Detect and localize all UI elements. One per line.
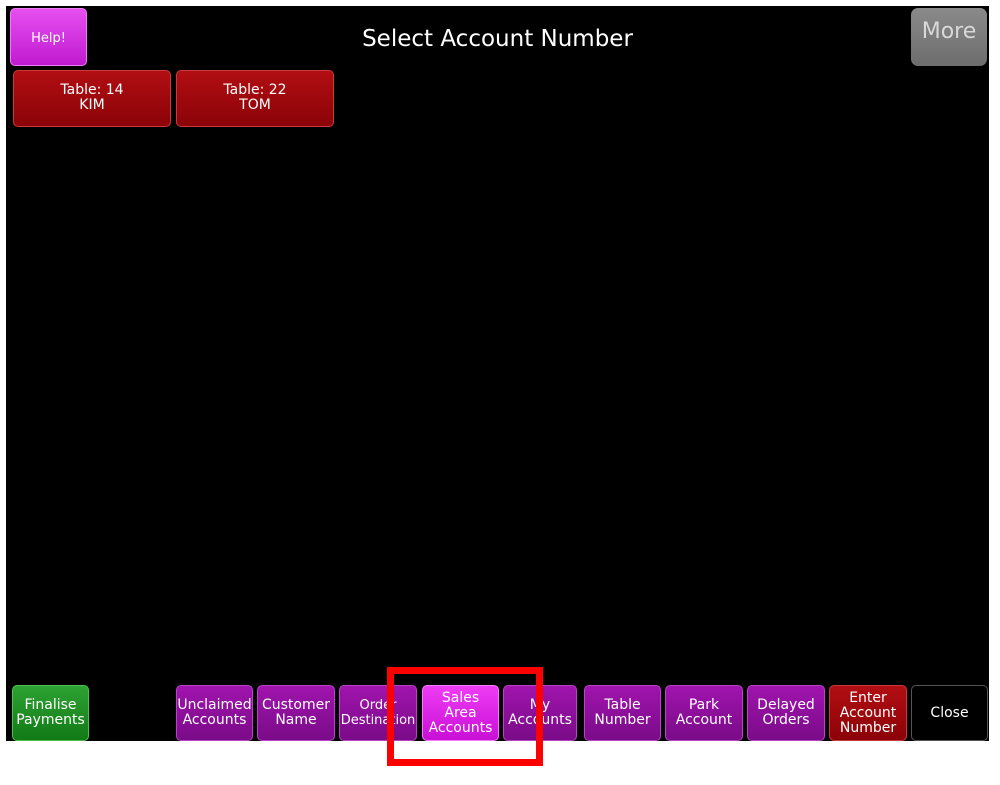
enter-account-number-label: Enter Account Number	[839, 689, 897, 736]
more-button[interactable]: More	[911, 8, 987, 66]
pos-screen: Select Account Number Help! More Table: …	[6, 6, 989, 741]
enter-account-number-button[interactable]: Enter Account Number	[829, 685, 907, 741]
unclaimed-accounts-button[interactable]: Unclaimed Accounts	[176, 685, 253, 741]
table-account-label: Table: 22 TOM	[223, 82, 287, 113]
my-accounts-label: My Accounts	[508, 697, 572, 728]
delayed-orders-button[interactable]: Delayed Orders	[747, 685, 825, 741]
order-destination-label: Order Destination	[340, 698, 416, 728]
sales-area-accounts-label: Sales Area Accounts	[428, 689, 493, 736]
finalise-payments-label: Finalise Payments	[16, 697, 85, 728]
table-number-button[interactable]: Table Number	[584, 685, 661, 741]
page-title: Select Account Number	[362, 26, 633, 52]
my-accounts-button[interactable]: My Accounts	[503, 685, 577, 741]
close-button[interactable]: Close	[911, 685, 988, 741]
order-destination-button[interactable]: Order Destination	[339, 685, 417, 741]
customer-name-button[interactable]: Customer Name	[257, 685, 335, 741]
sales-area-accounts-button[interactable]: Sales Area Accounts	[422, 685, 499, 741]
table-account-button[interactable]: Table: 14 KIM	[13, 70, 171, 127]
help-button[interactable]: Help!	[10, 8, 87, 66]
table-account-button[interactable]: Table: 22 TOM	[176, 70, 334, 127]
park-account-label: Park Account	[675, 697, 733, 728]
finalise-payments-button[interactable]: Finalise Payments	[12, 685, 89, 741]
more-button-label: More	[921, 19, 977, 44]
delayed-orders-label: Delayed Orders	[757, 697, 815, 728]
unclaimed-accounts-label: Unclaimed Accounts	[177, 697, 252, 728]
table-account-label: Table: 14 KIM	[60, 82, 124, 113]
customer-name-label: Customer Name	[261, 697, 330, 728]
park-account-button[interactable]: Park Account	[665, 685, 743, 741]
help-button-label: Help!	[31, 31, 66, 46]
close-label: Close	[930, 704, 969, 721]
table-number-label: Table Number	[594, 697, 651, 728]
